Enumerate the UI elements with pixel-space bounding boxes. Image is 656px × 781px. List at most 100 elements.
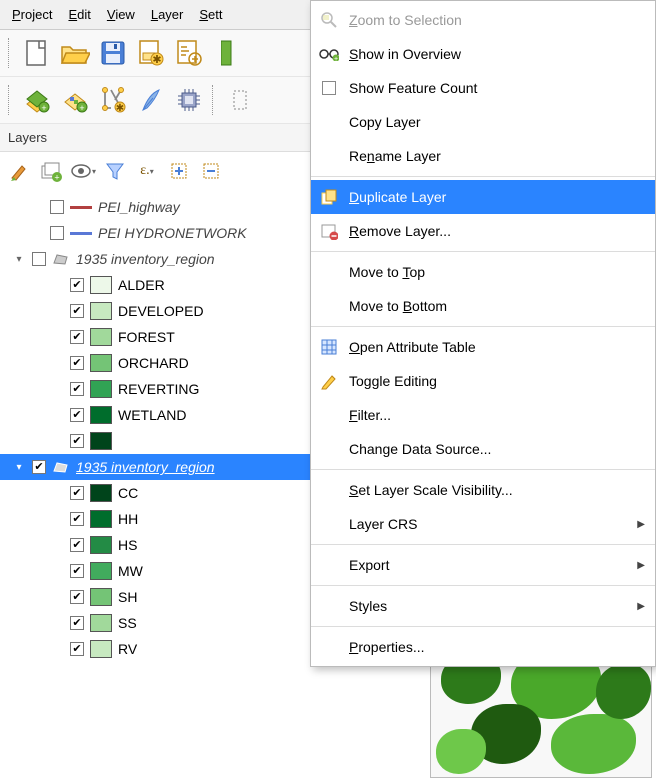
layer-checkbox[interactable] bbox=[32, 252, 46, 266]
ctx-copy-layer[interactable]: Copy Layer bbox=[311, 105, 655, 139]
legend-class-label: WETLAND bbox=[118, 407, 186, 423]
menu-edit[interactable]: Edit bbox=[62, 4, 96, 25]
filter-legend-button[interactable] bbox=[102, 158, 128, 184]
select-button[interactable] bbox=[224, 83, 258, 117]
menu-layer[interactable]: Layer bbox=[145, 4, 190, 25]
layer-label: PEI HYDRONETWORK bbox=[98, 225, 247, 241]
legend-checkbox[interactable] bbox=[70, 382, 84, 396]
open-project-button[interactable] bbox=[58, 36, 92, 70]
ctx-label: Open Attribute Table bbox=[349, 339, 476, 355]
ctx-label: Remove Layer... bbox=[349, 223, 451, 239]
ctx-remove-layer[interactable]: Remove Layer... bbox=[311, 214, 655, 248]
legend-class-label: ALDER bbox=[118, 277, 165, 293]
processor-button[interactable] bbox=[172, 83, 206, 117]
layer-checkbox[interactable] bbox=[50, 226, 64, 240]
toolbar-grip-2[interactable] bbox=[8, 85, 14, 115]
expand-all-button[interactable] bbox=[166, 158, 192, 184]
new-print-layout-button[interactable]: ✱ bbox=[134, 36, 168, 70]
add-vector-layer-button[interactable]: + bbox=[20, 83, 54, 117]
legend-checkbox[interactable] bbox=[70, 512, 84, 526]
svg-text:✱: ✱ bbox=[116, 103, 124, 114]
ctx-label: Layer CRS bbox=[349, 516, 417, 532]
toolbar-grip[interactable] bbox=[8, 38, 14, 68]
ctx-toggle-editing[interactable]: Toggle Editing bbox=[311, 364, 655, 398]
digitize-button[interactable] bbox=[134, 83, 168, 117]
new-shapefile-icon: ✱ bbox=[99, 86, 127, 114]
menu-settings[interactable]: Sett bbox=[193, 4, 228, 25]
feather-icon bbox=[137, 86, 165, 114]
ctx-label: Set Layer Scale Visibility... bbox=[349, 482, 513, 498]
submenu-arrow-icon: ▶ bbox=[637, 560, 645, 571]
pencil-icon bbox=[319, 371, 339, 391]
svg-text:+: + bbox=[54, 173, 59, 183]
ctx-rename-layer[interactable]: Rename Layer bbox=[311, 139, 655, 173]
legend-checkbox[interactable] bbox=[70, 408, 84, 422]
ctx-filter[interactable]: Filter... bbox=[311, 398, 655, 432]
ctx-styles[interactable]: Styles ▶ bbox=[311, 589, 655, 623]
ctx-label: Zoom to Selection bbox=[349, 12, 462, 28]
legend-checkbox[interactable] bbox=[70, 486, 84, 500]
style-icon bbox=[221, 39, 233, 67]
layout-icon: ✱ bbox=[137, 39, 165, 67]
legend-checkbox[interactable] bbox=[70, 616, 84, 630]
ctx-move-bottom[interactable]: Move to Bottom bbox=[311, 289, 655, 323]
style-layer-button[interactable] bbox=[6, 158, 32, 184]
add-raster-layer-button[interactable]: + bbox=[58, 83, 92, 117]
layer-context-menu: Zoom to Selection + Show in Overview Sho… bbox=[310, 0, 656, 667]
legend-checkbox[interactable] bbox=[70, 304, 84, 318]
legend-swatch-icon bbox=[90, 510, 112, 528]
ctx-show-feature-count[interactable]: Show Feature Count bbox=[311, 71, 655, 105]
dropdown-arrow-icon-2: ▾ bbox=[150, 167, 154, 176]
legend-swatch-icon bbox=[90, 640, 112, 658]
expander-icon[interactable]: ▾ bbox=[12, 460, 26, 474]
svg-text:✱: ✱ bbox=[152, 54, 161, 66]
expander-icon[interactable]: ▾ bbox=[12, 252, 26, 266]
legend-checkbox[interactable] bbox=[70, 642, 84, 656]
ctx-set-scale-visibility[interactable]: Set Layer Scale Visibility... bbox=[311, 473, 655, 507]
layer-checkbox[interactable] bbox=[32, 460, 46, 474]
manage-visibility-button[interactable]: ▾ bbox=[70, 158, 96, 184]
select-rect-icon bbox=[233, 86, 249, 114]
glasses-icon: + bbox=[319, 44, 339, 64]
style-manager-button[interactable] bbox=[210, 36, 244, 70]
layer-label: PEI_highway bbox=[98, 199, 180, 215]
legend-swatch-icon bbox=[90, 328, 112, 346]
ctx-zoom-selection[interactable]: Zoom to Selection bbox=[311, 3, 655, 37]
legend-checkbox[interactable] bbox=[70, 330, 84, 344]
legend-swatch-icon bbox=[90, 302, 112, 320]
legend-line-icon bbox=[70, 206, 92, 209]
legend-checkbox[interactable] bbox=[70, 278, 84, 292]
filter-expression-button[interactable]: ε.▾ bbox=[134, 158, 160, 184]
ctx-label: Change Data Source... bbox=[349, 441, 491, 457]
legend-checkbox[interactable] bbox=[70, 590, 84, 604]
funnel-icon bbox=[105, 161, 125, 181]
ctx-show-overview[interactable]: + Show in Overview bbox=[311, 37, 655, 71]
layer-checkbox[interactable] bbox=[50, 200, 64, 214]
add-group-icon: + bbox=[40, 160, 62, 182]
legend-checkbox[interactable] bbox=[70, 564, 84, 578]
folder-open-icon bbox=[60, 41, 90, 65]
new-shapefile-button[interactable]: ✱ bbox=[96, 83, 130, 117]
collapse-all-button[interactable] bbox=[198, 158, 224, 184]
remove-icon bbox=[319, 221, 339, 241]
save-project-button[interactable] bbox=[96, 36, 130, 70]
ctx-move-top[interactable]: Move to Top bbox=[311, 255, 655, 289]
ctx-properties[interactable]: Properties... bbox=[311, 630, 655, 664]
submenu-arrow-icon: ▶ bbox=[637, 601, 645, 612]
legend-checkbox[interactable] bbox=[70, 434, 84, 448]
ctx-layer-crs[interactable]: Layer CRS ▶ bbox=[311, 507, 655, 541]
ctx-open-attr-table[interactable]: Open Attribute Table bbox=[311, 330, 655, 364]
new-project-button[interactable] bbox=[20, 36, 54, 70]
layout-manager-button[interactable] bbox=[172, 36, 206, 70]
ctx-change-data-source[interactable]: Change Data Source... bbox=[311, 432, 655, 466]
menu-project[interactable]: Project bbox=[6, 4, 58, 25]
menu-view[interactable]: View bbox=[101, 4, 141, 25]
ctx-export[interactable]: Export ▶ bbox=[311, 548, 655, 582]
add-group-button[interactable]: + bbox=[38, 158, 64, 184]
ctx-separator bbox=[311, 176, 655, 177]
legend-checkbox[interactable] bbox=[70, 538, 84, 552]
legend-checkbox[interactable] bbox=[70, 356, 84, 370]
legend-swatch-icon bbox=[90, 614, 112, 632]
ctx-duplicate-layer[interactable]: Duplicate Layer bbox=[311, 180, 655, 214]
new-file-icon bbox=[25, 39, 49, 67]
